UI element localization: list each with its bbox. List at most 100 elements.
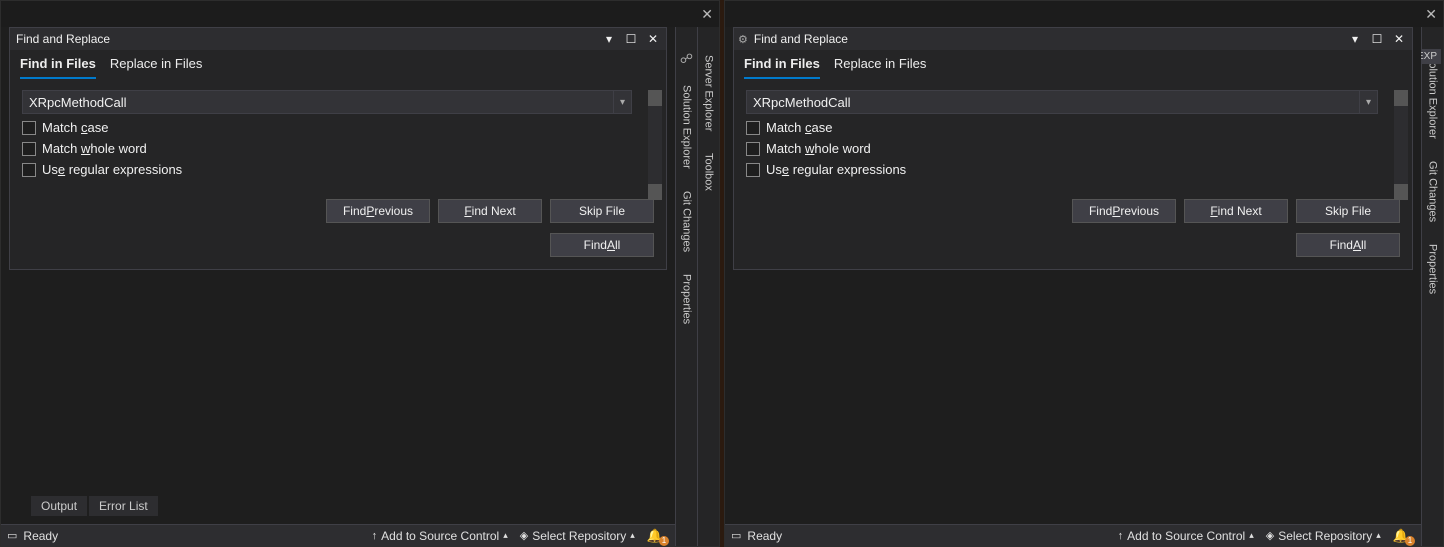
bell-icon[interactable]: 🔔 1 bbox=[1393, 528, 1409, 544]
statusbar: ▭ Ready ↑ Add to Source Control ▴ ◈ Sele… bbox=[1, 524, 675, 546]
checkbox-icon[interactable] bbox=[22, 163, 36, 177]
window-close-icon[interactable]: ✕ bbox=[701, 6, 713, 23]
bell-badge: 1 bbox=[1405, 536, 1415, 546]
app-body: Find and Replace ▾ ☐ ✕ Find in Files Rep… bbox=[1, 27, 719, 546]
add-source-control-button[interactable]: ↑ Add to Source Control ▴ bbox=[1112, 529, 1260, 543]
gear-icon[interactable]: ⚙ bbox=[738, 33, 748, 46]
scroll-down-icon[interactable] bbox=[1394, 184, 1408, 200]
checkbox-icon[interactable] bbox=[22, 121, 36, 135]
scroll-down-icon[interactable] bbox=[648, 184, 662, 200]
chk-match-case-label: Match case bbox=[766, 120, 832, 135]
panel-close-icon[interactable]: ✕ bbox=[1390, 32, 1408, 46]
find-all-button[interactable]: Find All bbox=[1296, 233, 1400, 257]
select-repository-label: Select Repository bbox=[532, 529, 626, 543]
sidebar-tab-toolbox[interactable]: Toolbox bbox=[703, 149, 715, 195]
panel-title: Find and Replace bbox=[14, 32, 600, 46]
checkbox-icon[interactable] bbox=[746, 142, 760, 156]
scroll-up-icon[interactable] bbox=[648, 90, 662, 106]
skip-file-button[interactable]: Skip File bbox=[550, 199, 654, 223]
find-tabs: Find in Files Replace in Files bbox=[734, 50, 1412, 80]
add-source-control-button[interactable]: ↑ Add to Source Control ▴ bbox=[366, 529, 514, 543]
sidebar-server: Server Explorer Toolbox bbox=[697, 27, 719, 546]
select-repository-button[interactable]: ◈ Select Repository ▴ bbox=[1260, 529, 1387, 543]
live-share-icon[interactable]: ☍ bbox=[680, 51, 693, 67]
chk-regex-row[interactable]: Use regular expressions bbox=[22, 162, 654, 177]
chk-regex-label: Use regular expressions bbox=[766, 162, 906, 177]
chk-match-case-row[interactable]: Match case bbox=[746, 120, 1400, 135]
find-tabs: Find in Files Replace in Files bbox=[10, 50, 666, 80]
search-input[interactable] bbox=[22, 90, 614, 114]
task-list-icon[interactable]: ▭ bbox=[7, 529, 17, 542]
bell-icon[interactable]: 🔔 1 bbox=[647, 528, 663, 544]
search-history-dropdown-icon[interactable]: ▾ bbox=[614, 90, 632, 114]
sidebar-tab-solution-explorer[interactable]: Solution Explorer bbox=[681, 81, 693, 173]
sidebar-tab-properties[interactable]: Properties bbox=[1427, 240, 1439, 298]
content-area: ⚙ Find and Replace ▾ ☐ ✕ Find in Files R… bbox=[725, 27, 1421, 546]
tab-replace-in-files[interactable]: Replace in Files bbox=[834, 56, 927, 79]
sidebar-tab-solution-explorer[interactable]: Solution Explorer bbox=[1427, 51, 1439, 143]
search-input[interactable] bbox=[746, 90, 1360, 114]
find-replace-panel: Find and Replace ▾ ☐ ✕ Find in Files Rep… bbox=[9, 27, 667, 270]
chk-match-case-row[interactable]: Match case bbox=[22, 120, 654, 135]
find-replace-panel: ⚙ Find and Replace ▾ ☐ ✕ Find in Files R… bbox=[733, 27, 1413, 270]
tab-find-in-files[interactable]: Find in Files bbox=[20, 56, 96, 79]
find-next-button[interactable]: Find Next bbox=[438, 199, 542, 223]
select-repository-button[interactable]: ◈ Select Repository ▴ bbox=[514, 529, 641, 543]
find-body: ▾ Match case Match whole word Use regula… bbox=[734, 80, 1412, 269]
add-source-control-label: Add to Source Control bbox=[1127, 529, 1245, 543]
find-previous-button[interactable]: Find Previous bbox=[1072, 199, 1176, 223]
bottom-tabs: Output Error List bbox=[31, 496, 158, 516]
panel-titlebar: Find and Replace ▾ ☐ ✕ bbox=[10, 28, 666, 50]
bell-badge: 1 bbox=[659, 536, 669, 546]
checkbox-icon[interactable] bbox=[746, 121, 760, 135]
panel-dropdown-icon[interactable]: ▾ bbox=[600, 32, 618, 46]
chrome-strip: ✕ bbox=[1, 1, 719, 27]
find-next-button[interactable]: Find Next bbox=[1184, 199, 1288, 223]
upload-icon: ↑ bbox=[372, 530, 378, 542]
scroll-up-icon[interactable] bbox=[1394, 90, 1408, 106]
chk-whole-word-row[interactable]: Match whole word bbox=[746, 141, 1400, 156]
window-right: ✕ EXP ⚙ Find and Replace ▾ ☐ ✕ Find in F… bbox=[724, 0, 1444, 547]
chk-match-case-label: Match case bbox=[42, 120, 108, 135]
status-ready: Ready bbox=[17, 529, 64, 543]
skip-file-button[interactable]: Skip File bbox=[1296, 199, 1400, 223]
search-history-dropdown-icon[interactable]: ▾ bbox=[1360, 90, 1378, 114]
caret-up-icon: ▴ bbox=[1376, 530, 1381, 541]
sidebar-solution: ☍ Solution Explorer Git Changes Properti… bbox=[675, 27, 697, 546]
chrome-strip: ✕ bbox=[725, 1, 1443, 27]
checkbox-icon[interactable] bbox=[22, 142, 36, 156]
caret-up-icon: ▴ bbox=[503, 530, 508, 541]
sidebar-tab-properties[interactable]: Properties bbox=[681, 270, 693, 328]
caret-up-icon: ▴ bbox=[1249, 530, 1254, 541]
sidebar-tab-git-changes[interactable]: Git Changes bbox=[1427, 157, 1439, 226]
find-all-button[interactable]: Find All bbox=[550, 233, 654, 257]
chk-regex-row[interactable]: Use regular expressions bbox=[746, 162, 1400, 177]
scrollbar[interactable] bbox=[648, 90, 662, 200]
tab-error-list[interactable]: Error List bbox=[89, 496, 158, 516]
sidebar-tab-server-explorer[interactable]: Server Explorer bbox=[703, 51, 715, 135]
panel-dropdown-icon[interactable]: ▾ bbox=[1346, 32, 1364, 46]
chk-whole-word-label: Match whole word bbox=[42, 141, 147, 156]
window-close-icon[interactable]: ✕ bbox=[1425, 6, 1437, 23]
find-body: ▾ Match case Match whole word Use regula… bbox=[10, 80, 666, 269]
statusbar: ▭ Ready ↑ Add to Source Control ▴ ◈ Sele… bbox=[725, 524, 1421, 546]
upload-icon: ↑ bbox=[1118, 530, 1124, 542]
sidebar-solution: Solution Explorer Git Changes Properties bbox=[1421, 27, 1443, 546]
chk-whole-word-label: Match whole word bbox=[766, 141, 871, 156]
scrollbar[interactable] bbox=[1394, 90, 1408, 200]
panel-close-icon[interactable]: ✕ bbox=[644, 32, 662, 46]
checkbox-icon[interactable] bbox=[746, 163, 760, 177]
app-body: ⚙ Find and Replace ▾ ☐ ✕ Find in Files R… bbox=[725, 27, 1443, 546]
tab-output[interactable]: Output bbox=[31, 496, 87, 516]
panel-maximize-icon[interactable]: ☐ bbox=[622, 32, 640, 46]
tab-replace-in-files[interactable]: Replace in Files bbox=[110, 56, 203, 79]
add-source-control-label: Add to Source Control bbox=[381, 529, 499, 543]
tab-find-in-files[interactable]: Find in Files bbox=[744, 56, 820, 79]
repo-icon: ◈ bbox=[1266, 529, 1274, 542]
panel-title: Find and Replace bbox=[752, 32, 1346, 46]
sidebar-tab-git-changes[interactable]: Git Changes bbox=[681, 187, 693, 256]
panel-maximize-icon[interactable]: ☐ bbox=[1368, 32, 1386, 46]
task-list-icon[interactable]: ▭ bbox=[731, 529, 741, 542]
find-previous-button[interactable]: Find Previous bbox=[326, 199, 430, 223]
chk-whole-word-row[interactable]: Match whole word bbox=[22, 141, 654, 156]
